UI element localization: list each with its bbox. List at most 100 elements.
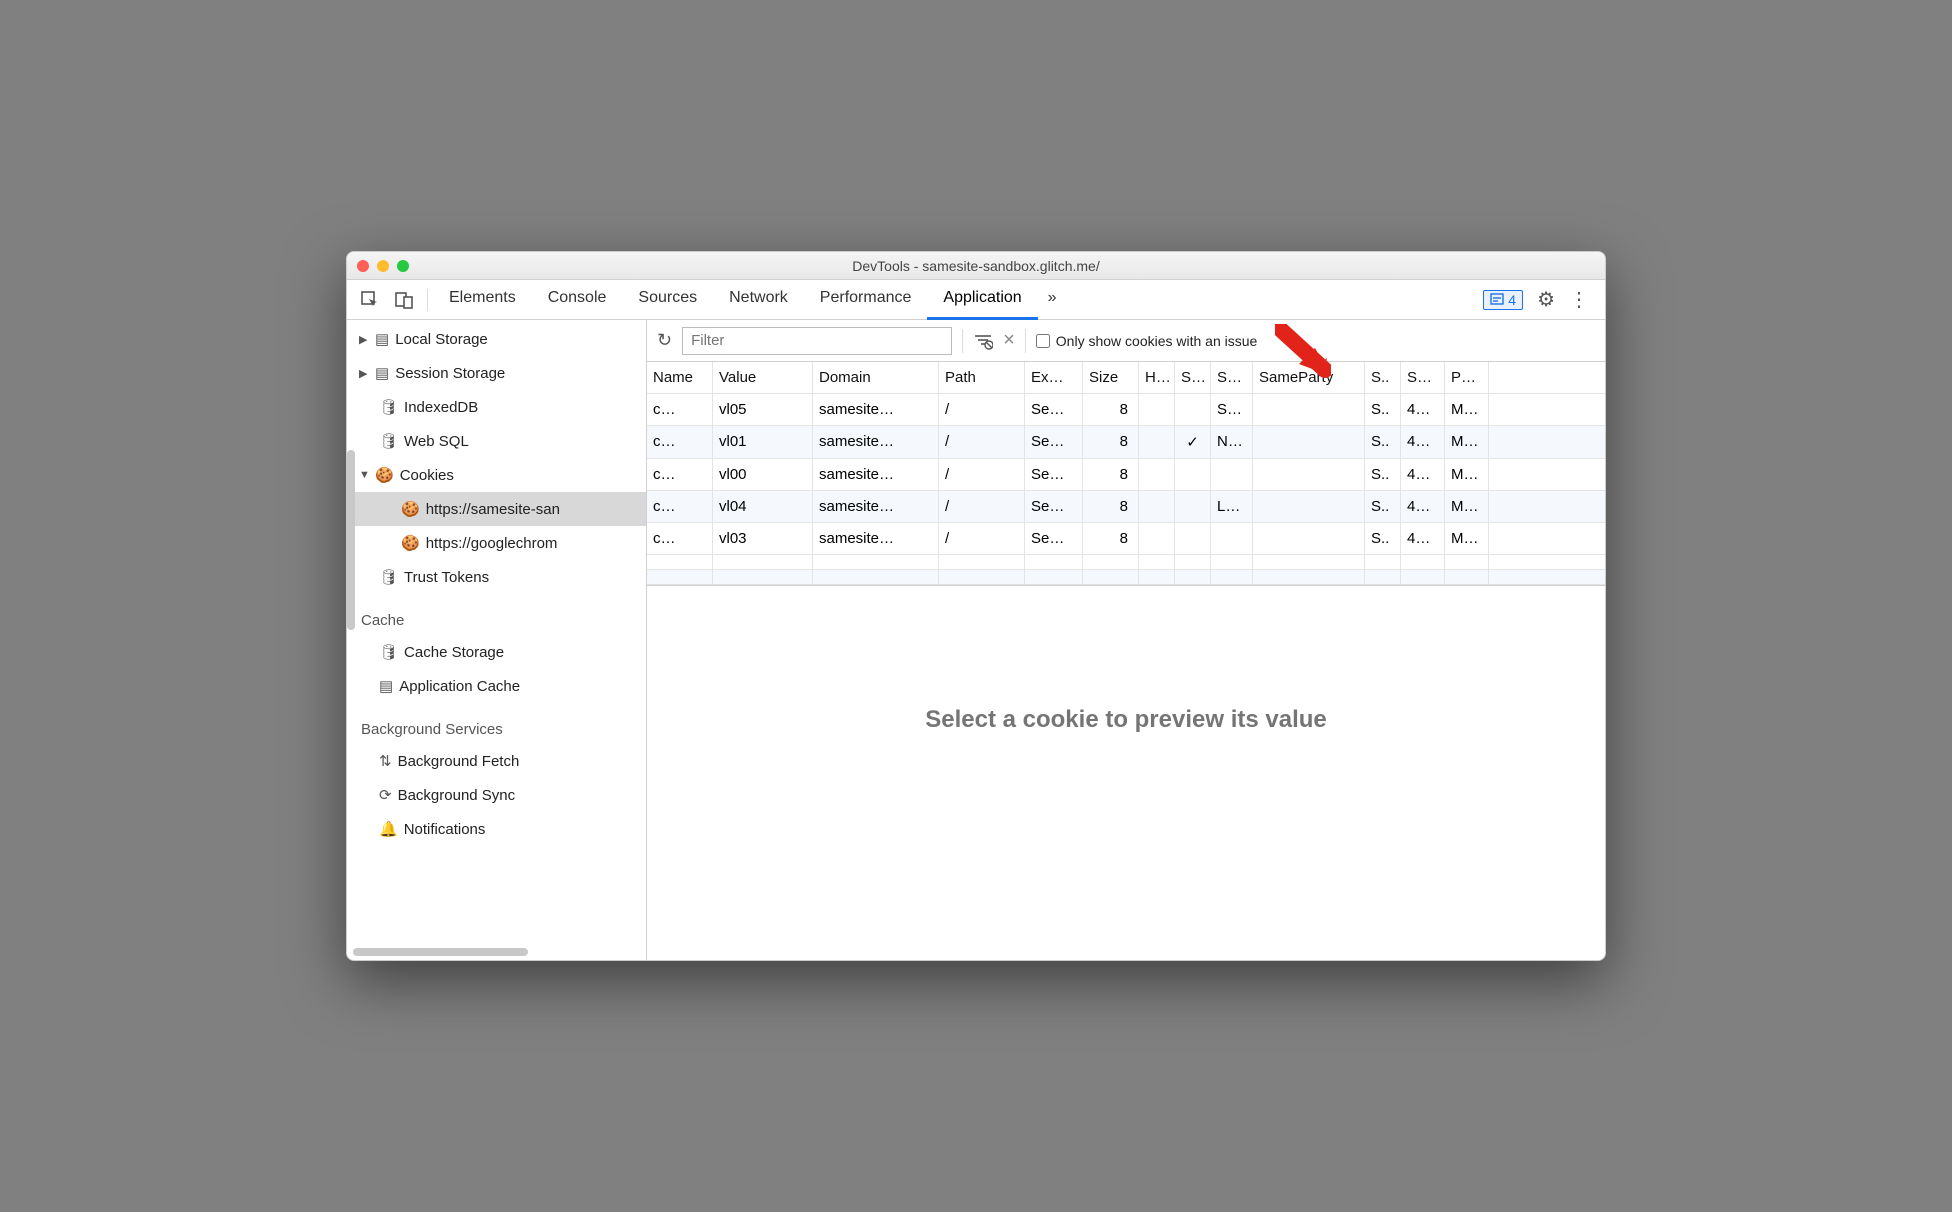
storage-grid-icon: ▤ bbox=[375, 364, 389, 382]
cookie-icon: 🍪 bbox=[401, 500, 420, 518]
table-cell: vl04 bbox=[713, 491, 813, 522]
filter-input[interactable] bbox=[682, 327, 952, 355]
table-cell bbox=[1253, 426, 1365, 458]
table-cell: S… bbox=[1211, 394, 1253, 425]
database-icon: 🛢 bbox=[379, 432, 398, 450]
tab-application[interactable]: Application bbox=[927, 280, 1037, 320]
table-row[interactable]: c…vl01samesite…/Se…8✓N…S..4…M… bbox=[647, 426, 1605, 459]
tree-notifications[interactable]: 🔔 Notifications bbox=[347, 812, 646, 846]
tab-console[interactable]: Console bbox=[532, 280, 623, 320]
table-cell: M… bbox=[1445, 523, 1489, 554]
col-samesite[interactable]: S… bbox=[1211, 362, 1253, 393]
tree-trust-tokens[interactable]: 🛢 Trust Tokens bbox=[347, 560, 646, 594]
issues-count: 4 bbox=[1508, 292, 1516, 308]
tree-label: Background Sync bbox=[398, 787, 516, 804]
table-cell bbox=[1175, 459, 1211, 490]
tab-elements[interactable]: Elements bbox=[433, 280, 532, 320]
table-cell bbox=[1253, 523, 1365, 554]
table-cell: S.. bbox=[1365, 491, 1401, 522]
storage-grid-icon: ▤ bbox=[375, 330, 389, 348]
tree-background-fetch[interactable]: ⇅ Background Fetch bbox=[347, 744, 646, 778]
table-cell bbox=[1139, 394, 1175, 425]
table-empty-row[interactable] bbox=[647, 555, 1605, 570]
tree-session-storage[interactable]: ▶ ▤ Session Storage bbox=[347, 356, 646, 390]
table-cell: M… bbox=[1445, 394, 1489, 425]
table-cell: 4… bbox=[1401, 491, 1445, 522]
database-icon: 🛢 bbox=[379, 643, 398, 661]
table-cell: M… bbox=[1445, 459, 1489, 490]
main-panel: ↻ × Only show cookies with an issue Name… bbox=[647, 320, 1605, 960]
table-cell bbox=[1253, 491, 1365, 522]
tab-performance[interactable]: Performance bbox=[804, 280, 928, 320]
sidebar-horizontal-scrollbar[interactable] bbox=[353, 948, 528, 956]
table-cell bbox=[1139, 459, 1175, 490]
table-row[interactable]: c…vl03samesite…/Se…8S..4…M… bbox=[647, 523, 1605, 555]
toolbar-divider bbox=[962, 329, 963, 353]
tree-local-storage[interactable]: ▶ ▤ Local Storage bbox=[347, 322, 646, 356]
col-name[interactable]: Name bbox=[647, 362, 713, 393]
col-value[interactable]: Value bbox=[713, 362, 813, 393]
tree-label: Trust Tokens bbox=[404, 569, 489, 586]
col-s2[interactable]: S… bbox=[1401, 362, 1445, 393]
tab-network[interactable]: Network bbox=[713, 280, 804, 320]
tree-cookie-origin-1[interactable]: 🍪 https://googlechrom bbox=[347, 526, 646, 560]
table-cell bbox=[1175, 394, 1211, 425]
tab-sources[interactable]: Sources bbox=[622, 280, 713, 320]
table-cell: c… bbox=[647, 523, 713, 554]
col-sameparty[interactable]: SameParty bbox=[1253, 362, 1365, 393]
col-path[interactable]: Path bbox=[939, 362, 1025, 393]
col-size[interactable]: Size bbox=[1083, 362, 1139, 393]
caret-right-icon: ▶ bbox=[359, 333, 369, 346]
tree-label: Notifications bbox=[404, 821, 486, 838]
table-cell: / bbox=[939, 523, 1025, 554]
tree-cookies[interactable]: ▼ 🍪 Cookies bbox=[347, 458, 646, 492]
clear-icon[interactable]: × bbox=[1003, 329, 1015, 352]
only-issues-checkbox[interactable] bbox=[1036, 334, 1050, 348]
storage-tree: ▶ ▤ Local Storage ▶ ▤ Session Storage 🛢 … bbox=[347, 320, 646, 846]
tree-label: Session Storage bbox=[395, 365, 505, 382]
settings-icon[interactable]: ⚙ bbox=[1537, 287, 1555, 312]
col-domain[interactable]: Domain bbox=[813, 362, 939, 393]
table-cell: 8 bbox=[1083, 394, 1139, 425]
table-cell bbox=[1253, 459, 1365, 490]
tree-cache-storage[interactable]: 🛢 Cache Storage bbox=[347, 635, 646, 669]
tabs-overflow[interactable]: » bbox=[1038, 280, 1067, 320]
table-cell bbox=[1139, 491, 1175, 522]
tree-application-cache[interactable]: ▤ Application Cache bbox=[347, 669, 646, 703]
tree-label: Web SQL bbox=[404, 433, 469, 450]
table-empty-row[interactable] bbox=[647, 570, 1605, 585]
sidebar-scrollbar[interactable] bbox=[347, 450, 355, 750]
titlebar: DevTools - samesite-sandbox.glitch.me/ bbox=[347, 252, 1605, 280]
col-httponly[interactable]: H… bbox=[1139, 362, 1175, 393]
transfer-icon: ⇅ bbox=[379, 752, 392, 770]
table-row[interactable]: c…vl04samesite…/Se…8L…S..4…M… bbox=[647, 491, 1605, 523]
col-s1[interactable]: S.. bbox=[1365, 362, 1401, 393]
col-priority[interactable]: P… bbox=[1445, 362, 1489, 393]
table-cell: 8 bbox=[1083, 459, 1139, 490]
clear-filter-icon[interactable] bbox=[973, 331, 993, 351]
tree-indexeddb[interactable]: 🛢 IndexedDB bbox=[347, 390, 646, 424]
section-background: Background Services bbox=[347, 703, 646, 744]
only-issues-checkbox-row[interactable]: Only show cookies with an issue bbox=[1036, 333, 1258, 349]
cookie-icon: 🍪 bbox=[401, 534, 420, 552]
inspect-icon[interactable] bbox=[353, 290, 387, 310]
table-row[interactable]: c…vl05samesite…/Se…8S…S..4…M… bbox=[647, 394, 1605, 426]
table-cell: Se… bbox=[1025, 523, 1083, 554]
tree-label: https://samesite-san bbox=[426, 501, 560, 518]
table-cell: Se… bbox=[1025, 394, 1083, 425]
tree-label: Application Cache bbox=[399, 678, 520, 695]
col-expires[interactable]: Ex… bbox=[1025, 362, 1083, 393]
refresh-icon[interactable]: ↻ bbox=[657, 330, 672, 351]
sync-icon: ⟳ bbox=[379, 786, 392, 804]
tree-websql[interactable]: 🛢 Web SQL bbox=[347, 424, 646, 458]
col-secure[interactable]: S… bbox=[1175, 362, 1211, 393]
tree-label: https://googlechrom bbox=[426, 535, 558, 552]
issues-badge[interactable]: 4 bbox=[1483, 290, 1523, 310]
device-toggle-icon[interactable] bbox=[387, 290, 421, 310]
tree-background-sync[interactable]: ⟳ Background Sync bbox=[347, 778, 646, 812]
tree-cookie-origin-0[interactable]: 🍪 https://samesite-san bbox=[347, 492, 646, 526]
table-cell: M… bbox=[1445, 491, 1489, 522]
cookie-icon: 🍪 bbox=[375, 466, 394, 484]
kebab-menu-icon[interactable]: ⋮ bbox=[1569, 287, 1589, 312]
table-row[interactable]: c…vl00samesite…/Se…8S..4…M… bbox=[647, 459, 1605, 491]
